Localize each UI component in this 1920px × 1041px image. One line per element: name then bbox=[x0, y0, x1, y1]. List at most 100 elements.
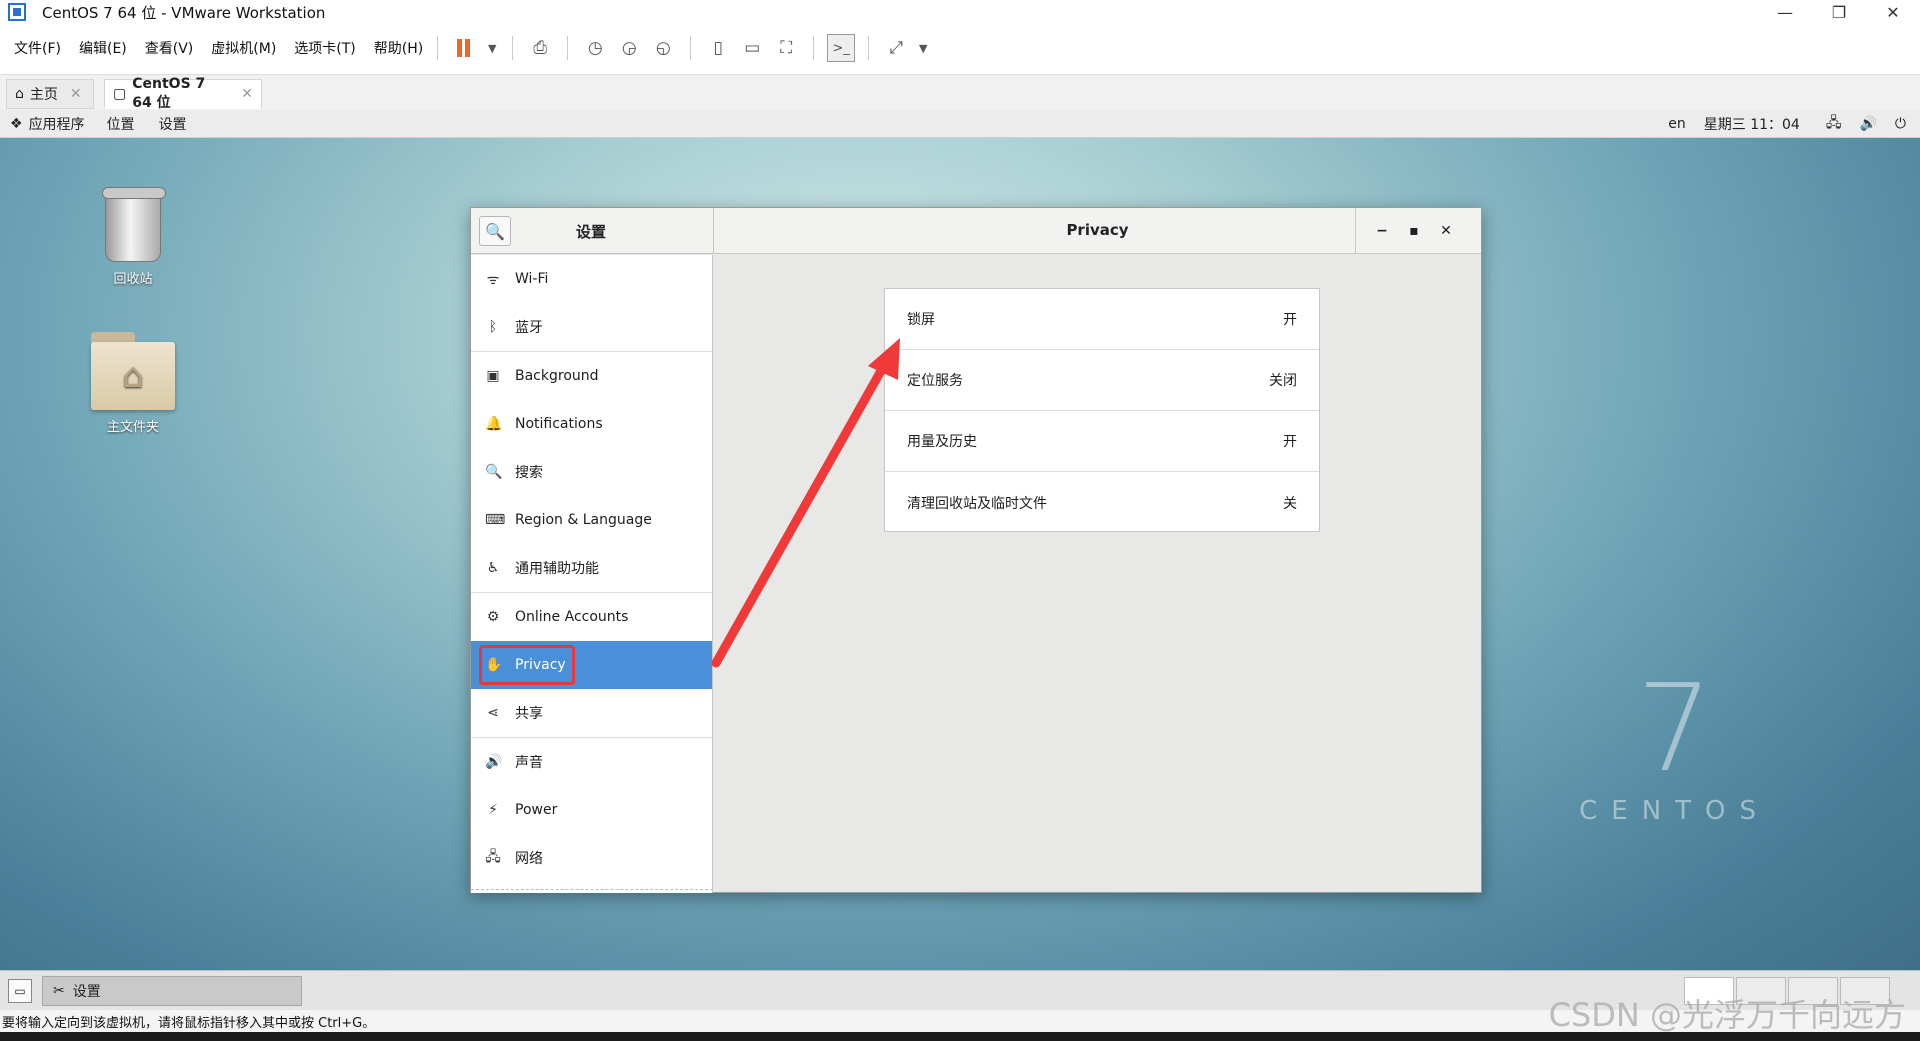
privacy-row-location[interactable]: 定位服务 关闭 bbox=[885, 350, 1319, 411]
menu-view[interactable]: 查看(V) bbox=[145, 38, 194, 58]
sidebar-item-wifi[interactable]: ᯤ Wi-Fi bbox=[471, 255, 712, 303]
network-icon[interactable]: 🖧 bbox=[1826, 112, 1842, 136]
sidebar-item-label: Online Accounts bbox=[515, 609, 629, 625]
speaker-icon: 🔊 bbox=[485, 754, 503, 770]
fullscreen-icon[interactable]: ⛶ bbox=[772, 34, 800, 62]
sidebar-item-search[interactable]: 🔍 搜索 bbox=[471, 448, 712, 496]
menu-file[interactable]: 文件(F) bbox=[14, 38, 61, 58]
row-value: 开 bbox=[1283, 434, 1297, 450]
row-label: 用量及历史 bbox=[907, 434, 977, 450]
sidebar-item-online-accounts[interactable]: ⚙ Online Accounts bbox=[471, 593, 712, 641]
chevron-down-icon[interactable]: ▼ bbox=[916, 34, 930, 62]
folder-icon: ⌂ bbox=[91, 332, 175, 410]
places-menu[interactable]: 位置 bbox=[107, 114, 135, 134]
close-button[interactable]: ✕ bbox=[1866, 0, 1920, 24]
sidebar-item-sound[interactable]: 🔊 声音 bbox=[471, 738, 712, 786]
revert-snapshot-icon[interactable]: ◶ bbox=[615, 34, 643, 62]
menu-help[interactable]: 帮助(H) bbox=[374, 38, 423, 58]
menu-edit[interactable]: 编辑(E) bbox=[79, 38, 127, 58]
centos-logo: 7 CENTOS bbox=[1579, 670, 1770, 827]
privacy-list: 锁屏 开 定位服务 关闭 用量及历史 开 清理回收站及临时文件 关 bbox=[884, 288, 1320, 532]
network-icon: 🖧 bbox=[485, 849, 501, 865]
console-icon[interactable]: >_ bbox=[827, 34, 856, 62]
row-value: 开 bbox=[1283, 312, 1297, 328]
bluetooth-icon: ᛒ bbox=[488, 319, 498, 335]
trash-label: 回收站 bbox=[113, 272, 153, 287]
close-icon[interactable]: ✕ bbox=[241, 86, 253, 102]
pause-icon[interactable] bbox=[451, 34, 479, 62]
tab-centos[interactable]: ▢ CentOS 7 64 位 ✕ bbox=[104, 76, 262, 111]
sidebar-item-label: 搜索 bbox=[515, 465, 543, 481]
thumbnail-bar-icon[interactable]: ▭ bbox=[738, 34, 766, 62]
sidebar-item-network[interactable]: 🖧 网络 bbox=[471, 834, 712, 882]
menu-tabs[interactable]: 选项卡(T) bbox=[294, 38, 355, 58]
snapshot-manager-icon[interactable]: ◵ bbox=[649, 34, 677, 62]
logo-text: CENTOS bbox=[1579, 796, 1770, 826]
desktop-trash[interactable]: 回收站 bbox=[78, 187, 188, 287]
sidebar-item-privacy[interactable]: ✋ Privacy bbox=[471, 641, 712, 689]
desktop-home-folder[interactable]: ⌂ 主文件夹 bbox=[78, 332, 188, 435]
tab-home[interactable]: ⌂ 主页 ✕ bbox=[6, 79, 94, 109]
taskbar-settings-label: 设置 bbox=[72, 984, 101, 1000]
sidebar-toggle-icon[interactable]: ▯ bbox=[704, 34, 732, 62]
search-icon: 🔍 bbox=[485, 464, 503, 480]
applications-menu[interactable]: 应用程序 bbox=[29, 114, 85, 134]
restore-button[interactable]: ❐ bbox=[1812, 0, 1866, 24]
settings-header: 🔍 设置 Privacy − ▪ ✕ bbox=[471, 208, 1481, 254]
vm-icon: ▢ bbox=[113, 86, 127, 102]
accounts-icon: ⚙ bbox=[486, 609, 500, 625]
sidebar-item-power[interactable]: ⚡ Power bbox=[471, 786, 712, 834]
privacy-row-purge-trash[interactable]: 清理回收站及临时文件 关 bbox=[885, 472, 1319, 533]
minimize-button[interactable]: − bbox=[1367, 218, 1397, 244]
trash-icon bbox=[102, 187, 166, 262]
home-folder-label: 主文件夹 bbox=[106, 420, 159, 435]
current-app-menu[interactable]: 设置 bbox=[159, 114, 187, 134]
power-icon[interactable]: ⏻ bbox=[1895, 116, 1906, 132]
page-title: Privacy bbox=[1066, 221, 1129, 239]
toolbar-separator bbox=[567, 36, 569, 60]
close-button[interactable]: ✕ bbox=[1431, 218, 1461, 244]
show-desktop-icon[interactable]: ▭ bbox=[8, 979, 32, 1003]
sidebar-item-notifications[interactable]: 🔔 Notifications bbox=[471, 400, 712, 448]
volume-icon[interactable]: 🔊 bbox=[1859, 116, 1876, 132]
toolbar-separator bbox=[813, 36, 815, 60]
maximize-button[interactable]: ▪ bbox=[1399, 218, 1429, 244]
sidebar-item-label: 通用辅助功能 bbox=[515, 561, 599, 577]
minimize-button[interactable]: — bbox=[1758, 0, 1812, 24]
sidebar-item-label: 声音 bbox=[515, 755, 543, 771]
send-keys-icon[interactable]: ⎙ bbox=[526, 34, 554, 62]
guest-screen[interactable]: ❖ 应用程序 位置 设置 en 星期三 11：04 🖧 🔊 ⏻ 回收站 ⌂ 主文… bbox=[0, 110, 1920, 1010]
menu-vm[interactable]: 虚拟机(M) bbox=[211, 38, 276, 58]
settings-window: 🔍 设置 Privacy − ▪ ✕ ᯤ Wi-Fi ᛒ 蓝牙 ▣ Backgr… bbox=[470, 207, 1482, 893]
region-icon: ⌨ bbox=[485, 512, 506, 528]
sidebar-item-background[interactable]: ▣ Background bbox=[471, 352, 712, 400]
gnome-top-bar: ❖ 应用程序 位置 设置 en 星期三 11：04 🖧 🔊 ⏻ bbox=[0, 110, 1920, 138]
window-title: CentOS 7 64 位 - VMware Workstation bbox=[42, 3, 326, 22]
stretch-icon[interactable]: ⤢ bbox=[882, 34, 910, 62]
menu-bar: 文件(F) 编辑(E) 查看(V) 虚拟机(M) 选项卡(T) 帮助(H) ▼ … bbox=[0, 28, 1920, 68]
chevron-down-icon[interactable]: ▼ bbox=[485, 34, 499, 62]
tools-icon: ✂ bbox=[53, 983, 65, 999]
sidebar-item-sharing[interactable]: ⋖ 共享 bbox=[471, 689, 712, 737]
tab-bar: ⌂ 主页 ✕ ▢ CentOS 7 64 位 ✕ bbox=[0, 74, 1920, 111]
clock[interactable]: 星期三 11：04 bbox=[1704, 114, 1800, 134]
accessibility-icon: ♿ bbox=[486, 560, 500, 576]
tab-label: 主页 bbox=[29, 87, 58, 103]
privacy-row-screen-lock[interactable]: 锁屏 开 bbox=[885, 289, 1319, 350]
close-icon[interactable]: ✕ bbox=[70, 86, 82, 102]
snapshot-icon[interactable]: ◷ bbox=[581, 34, 609, 62]
taskbar-settings-button[interactable]: ✂ 设置 bbox=[42, 976, 302, 1006]
toolbar-separator bbox=[868, 36, 870, 60]
sidebar-item-region[interactable]: ⌨ Region & Language bbox=[471, 496, 712, 544]
settings-title: 设置 bbox=[575, 223, 606, 241]
sidebar-item-accessibility[interactable]: ♿ 通用辅助功能 bbox=[471, 544, 712, 592]
privacy-row-usage-history[interactable]: 用量及历史 开 bbox=[885, 411, 1319, 472]
sidebar-item-label: Wi-Fi bbox=[515, 271, 549, 287]
sidebar-item-label: 网络 bbox=[515, 851, 543, 867]
toolbar-separator bbox=[690, 36, 692, 60]
bell-icon: 🔔 bbox=[485, 416, 503, 432]
sidebar-item-label: Notifications bbox=[515, 416, 603, 432]
sidebar-item-bluetooth[interactable]: ᛒ 蓝牙 bbox=[471, 303, 712, 351]
window-titlebar: CentOS 7 64 位 - VMware Workstation — ❐ ✕ bbox=[0, 0, 1920, 24]
keyboard-layout[interactable]: en bbox=[1668, 116, 1686, 132]
